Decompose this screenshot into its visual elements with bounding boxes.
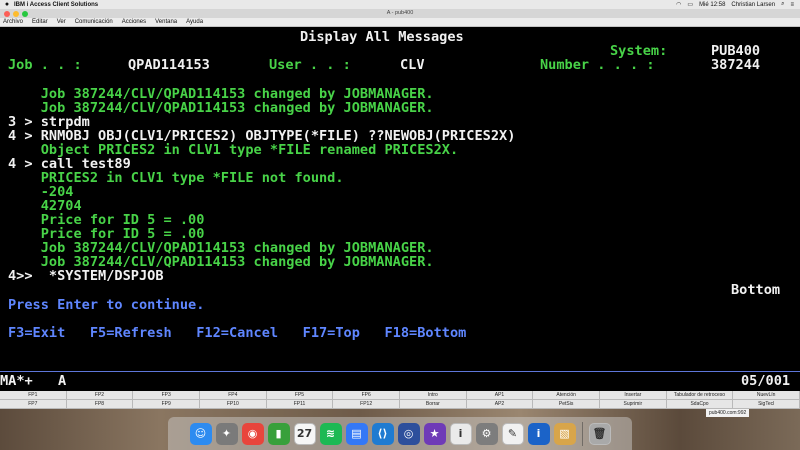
number-value: 387244	[711, 57, 761, 73]
system-value: PUB400	[711, 43, 761, 59]
window-title: A - pub400	[386, 10, 414, 16]
function-key-bar: FP1 FP2 FP3 FP4 FP5 FP6 Intro AP1 Atenci…	[0, 391, 800, 409]
screen-title: Display All Messages	[300, 29, 464, 45]
menu-ayuda[interactable]: Ayuda	[186, 19, 203, 25]
menu-archivo[interactable]: Archivo	[3, 19, 23, 25]
mac-menubar: ● IBM i Access Client Solutions ◠ ▭ Mié …	[0, 0, 800, 9]
terminal-screen[interactable]: Display All Messages System: PUB400 Job …	[0, 28, 800, 390]
fkey-tabulador[interactable]: Tabulador de retroceso	[666, 391, 734, 400]
job-label: Job . . :	[8, 57, 82, 73]
launchpad-icon[interactable]: ✦	[215, 422, 238, 445]
app-menubar: Archivo Editar Ver Comunicación Acciones…	[0, 18, 800, 27]
fkey-insertar[interactable]: Insertar	[599, 391, 667, 400]
trash-icon[interactable]: 🗑	[588, 422, 611, 445]
menu-list-icon[interactable]: ≡	[790, 2, 794, 8]
message-line: Price for ID 5 = .00	[8, 226, 205, 242]
message-line: 4 > call test89	[8, 156, 131, 172]
calendar-icon[interactable]: 27	[293, 422, 316, 445]
menu-ver[interactable]: Ver	[57, 19, 66, 25]
fkey-fp4[interactable]: FP4	[199, 391, 267, 400]
fkey-sdacpo[interactable]: SdaCpo	[666, 400, 734, 409]
user-label: User . . :	[269, 57, 351, 73]
menubar-user[interactable]: Christian Larsen	[731, 2, 775, 8]
apple-icon[interactable]: ●	[0, 1, 14, 8]
fkey-nuevlin[interactable]: NuevLín	[733, 391, 800, 400]
fkey-sigtecl[interactable]: SigTecl	[733, 400, 800, 409]
message-line: 4 > RNMOBJ OBJ(CLV1/PRICES2) OBJTYPE(*FI…	[8, 128, 516, 144]
vscode-icon[interactable]: ⟨⟩	[371, 422, 394, 445]
chrome-icon[interactable]: ◉	[241, 422, 264, 445]
press-enter-prompt: Press Enter to continue.	[8, 297, 205, 313]
fkey-fp9[interactable]: FP9	[133, 400, 200, 409]
numbers-icon[interactable]: ▮	[267, 422, 290, 445]
menu-app-name[interactable]: IBM i Access Client Solutions	[14, 2, 98, 8]
preview-icon[interactable]: ▧	[553, 422, 576, 445]
system-label: System:	[610, 43, 668, 59]
imovie-icon[interactable]: ★	[423, 422, 446, 445]
db-icon[interactable]: ◎	[397, 422, 420, 445]
search-icon[interactable]: ⌕	[781, 1, 784, 8]
message-line: 3 > strpdm	[8, 114, 90, 130]
textedit-icon[interactable]: ✎	[501, 422, 524, 445]
spotify-icon[interactable]: ≋	[319, 422, 342, 445]
message-line: 42704	[8, 198, 82, 214]
menu-editar[interactable]: Editar	[32, 19, 48, 25]
message-line: Job 387244/CLV/QPAD114153 changed by JOB…	[8, 254, 434, 270]
status-mode: MA*+	[0, 373, 33, 389]
message-line: Job 387244/CLV/QPAD114153 changed by JOB…	[8, 86, 434, 102]
fkey-fp5[interactable]: FP5	[266, 391, 334, 400]
finder-icon[interactable]: ☺	[189, 422, 212, 445]
job-value: QPAD114153	[128, 57, 210, 73]
message-line: Job 387244/CLV/QPAD114153 changed by JOB…	[8, 100, 434, 116]
number-label: Number . . . :	[540, 57, 655, 73]
message-line: Price for ID 5 = .00	[8, 212, 205, 228]
session-status-bar: MA*+ A 05/001	[0, 371, 800, 390]
message-line: Object PRICES2 in CLV1 type *FILE rename…	[8, 142, 459, 158]
bottom-indicator: Bottom	[731, 282, 781, 298]
fkey-fp11[interactable]: FP11	[266, 400, 334, 409]
files-icon[interactable]: ▤	[345, 422, 368, 445]
command-line[interactable]: 4>> *SYSTEM/DSPJOB	[8, 269, 164, 283]
fkey-borrar[interactable]: Borrar	[399, 400, 467, 409]
dock: ☺ ✦ ◉ ▮ 27 ≋ ▤ ⟨⟩ ◎ ★ i ⚙ ✎ i ▧ 🗑	[168, 417, 632, 450]
fkey-fp12[interactable]: FP12	[333, 400, 400, 409]
fkey-fp8[interactable]: FP8	[66, 400, 134, 409]
fkey-fp7[interactable]: FP7	[0, 400, 67, 409]
message-line: Job 387244/CLV/QPAD114153 changed by JOB…	[8, 240, 434, 256]
connection-label: pub400.com:992	[706, 409, 750, 417]
user-value: CLV	[400, 57, 425, 73]
fkey-fp1[interactable]: FP1	[0, 391, 67, 400]
fkey-petsis[interactable]: PetSis	[533, 400, 600, 409]
battery-icon[interactable]: ▭	[687, 1, 693, 8]
message-line: -204	[8, 184, 74, 200]
fkey-ap2[interactable]: AP2	[466, 400, 534, 409]
ibm-access-icon[interactable]: i	[527, 422, 550, 445]
status-cursor-position: 05/001	[741, 373, 791, 389]
menu-ventana[interactable]: Ventana	[155, 19, 177, 25]
fkey-fp10[interactable]: FP10	[199, 400, 267, 409]
system-preferences-icon[interactable]: ⚙	[475, 422, 498, 445]
wifi-icon[interactable]: ◠	[676, 1, 681, 8]
message-line: PRICES2 in CLV1 type *FILE not found.	[8, 170, 344, 186]
fkey-suprimir[interactable]: Suprimir	[599, 400, 667, 409]
info-icon[interactable]: i	[449, 422, 472, 445]
status-session: A	[58, 373, 67, 389]
fkey-fp2[interactable]: FP2	[66, 391, 134, 400]
menu-acciones[interactable]: Acciones	[122, 19, 146, 25]
menubar-clock[interactable]: Mié 12:58	[699, 2, 725, 8]
menu-comunicacion[interactable]: Comunicación	[75, 19, 113, 25]
fkey-intro[interactable]: Intro	[399, 391, 467, 400]
fkey-fp3[interactable]: FP3	[133, 391, 200, 400]
function-key-legend[interactable]: F3=Exit F5=Refresh F12=Cancel F17=Top F1…	[8, 326, 466, 340]
fkey-fp6[interactable]: FP6	[333, 391, 400, 400]
fkey-atencion[interactable]: Atención	[533, 391, 600, 400]
menubar-status: ◠ ▭ Mié 12:58 Christian Larsen ⌕ ≡	[676, 0, 794, 9]
fkey-ap1[interactable]: AP1	[466, 391, 534, 400]
dock-separator	[581, 421, 583, 446]
